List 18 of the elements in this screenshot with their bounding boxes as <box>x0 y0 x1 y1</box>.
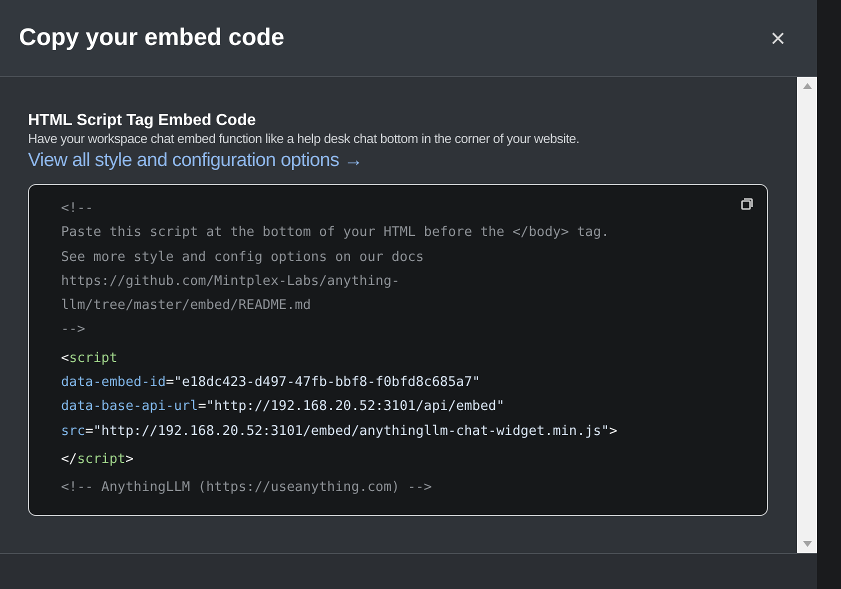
code-line: llm/tree/master/embed/README.md <box>61 297 311 316</box>
code-line: <!-- AnythingLLM (https://useanything.com) --> <box>61 479 432 498</box>
section-heading: HTML Script Tag Embed Code <box>28 111 257 131</box>
section-description: Have your workspace chat embed function like a help desk chat bottom in the corner of your website. <box>28 131 580 147</box>
code-line: See more style and config options on our docs <box>61 248 424 267</box>
code-line: data-base-api-url="http://192.168.20.52:3101/api/embed" <box>61 398 504 416</box>
configuration-options-link[interactable]: View all style and configuration options → <box>28 148 363 174</box>
modal-title: Copy your embed code <box>19 23 284 53</box>
code-line: src="http://192.168.20.52:3101/embed/anythingllm-chat-widget.min.js"> <box>61 422 618 441</box>
code-line: Paste this script at the bottom of your HTML before the </body> tag. <box>61 224 610 242</box>
code-line: </script> <box>61 450 134 469</box>
code-line: <script <box>61 350 118 368</box>
code-line: <!-- <box>61 200 94 218</box>
close-button[interactable]: × <box>761 21 795 55</box>
code-line: https://github.com/Mintplex-Labs/anything- <box>61 272 400 291</box>
code-line: --> <box>61 321 86 340</box>
copy-icon[interactable] <box>741 198 753 210</box>
code-line: data-embed-id="e18dc423-d497-47fb-bbf8-f0bfd8c685a7" <box>61 374 480 392</box>
